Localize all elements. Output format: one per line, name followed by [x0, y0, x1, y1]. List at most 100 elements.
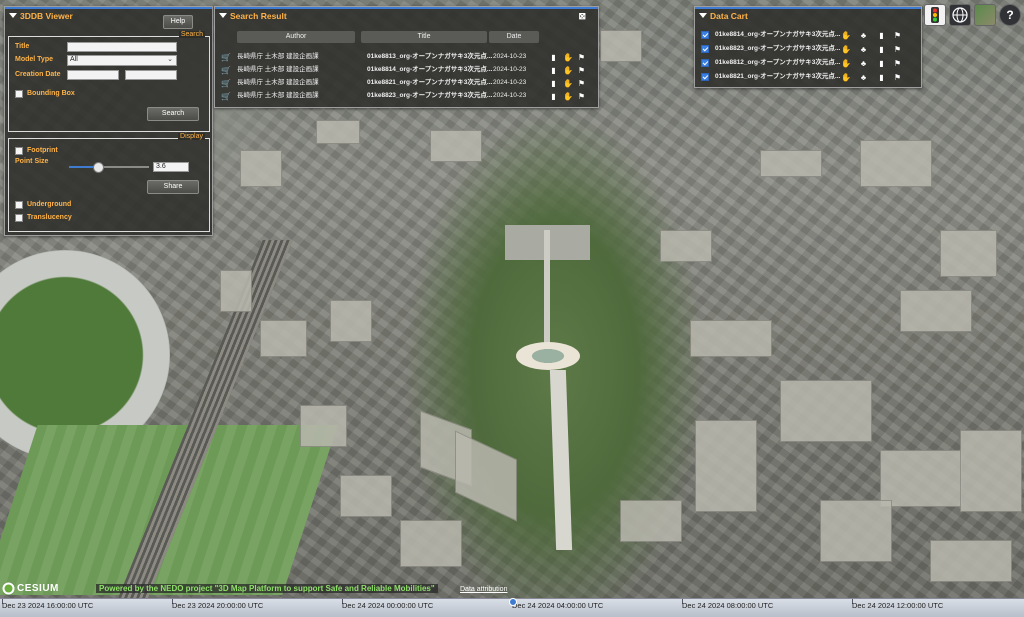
hand-icon[interactable]: ✋	[841, 59, 851, 68]
globe-icon	[952, 7, 968, 23]
chart-icon[interactable]: ▮	[549, 66, 558, 75]
cart-item-label: 01ke8812_org-オープンナガサキ3次元点...	[715, 59, 841, 66]
column-header-date[interactable]: Date	[489, 31, 539, 43]
timeline-label: Dec 23 2024 20:00:00 UTC	[172, 601, 264, 610]
model-type-select[interactable]: All ⌄	[67, 55, 177, 66]
data-cart-header[interactable]: Data Cart	[695, 7, 921, 23]
timeline-label: Dec 23 2024 16:00:00 UTC	[2, 601, 94, 610]
cesium-logo[interactable]: CESIUM	[2, 582, 59, 595]
chart-icon[interactable]: ▮	[877, 73, 886, 82]
fountain-model	[516, 342, 580, 370]
collapse-triangle-icon[interactable]	[699, 13, 707, 18]
hand-icon[interactable]: ✋	[563, 79, 573, 88]
cart-item-label: 01ke8823_org-オープンナガサキ3次元点...	[715, 45, 841, 52]
table-row[interactable]: 🛒 長崎県庁 土木部 建設企画課 01ke8814_org-オープンナガサキ3次元点…	[221, 64, 593, 76]
hand-icon[interactable]: ✋	[841, 73, 851, 82]
marker-icon[interactable]: ⚑	[577, 92, 586, 101]
marker-icon[interactable]: ⚑	[893, 59, 902, 68]
search-button[interactable]: Search	[147, 107, 199, 121]
nedo-credit: Powered by the NEDO project "3D Map Plat…	[96, 584, 438, 593]
tree-icon[interactable]: ♣	[859, 45, 868, 54]
table-row[interactable]: 🛒 長崎県庁 土木部 建設企画課 01ke8821_org-オープンナガサキ3次元点…	[221, 77, 593, 89]
building-model	[300, 405, 347, 447]
table-row[interactable]: 🛒 長崎県庁 土木部 建設企画課 01ke8813_org-オープンナガサキ3次元点…	[221, 51, 593, 63]
display-group: Display Footprint Point Size 3.6 Share U…	[8, 133, 210, 232]
collapse-triangle-icon[interactable]	[9, 13, 17, 18]
translucency-checkbox[interactable]	[15, 214, 23, 222]
help-navigation-button[interactable]: ?	[999, 4, 1021, 26]
cart-icon[interactable]: 🛒	[221, 66, 231, 75]
cart-item-checkbox[interactable]	[701, 73, 709, 81]
marker-icon[interactable]: ⚑	[577, 53, 586, 62]
building-model	[690, 320, 772, 357]
tree-icon[interactable]: ♣	[859, 73, 868, 82]
creation-date-from-input[interactable]	[67, 70, 119, 80]
hand-icon[interactable]: ✋	[563, 53, 573, 62]
building-model	[316, 120, 360, 144]
marker-icon[interactable]: ⚑	[893, 31, 902, 40]
chart-icon[interactable]: ▮	[549, 92, 558, 101]
point-size-slider[interactable]	[69, 162, 149, 173]
hand-icon[interactable]: ✋	[563, 66, 573, 75]
list-item[interactable]: 01ke8821_org-オープンナガサキ3次元点... ✋ ♣ ▮ ⚑	[699, 71, 917, 83]
cart-icon[interactable]: 🛒	[221, 79, 231, 88]
cart-item-checkbox[interactable]	[701, 45, 709, 53]
building-model	[330, 300, 372, 342]
chart-icon[interactable]: ▮	[549, 79, 558, 88]
column-header-title[interactable]: Title	[361, 31, 487, 43]
point-size-slider-handle[interactable]	[92, 162, 104, 173]
collapse-triangle-icon[interactable]	[219, 13, 227, 18]
globe-button[interactable]	[949, 4, 971, 26]
chart-icon[interactable]: ▮	[877, 59, 886, 68]
table-row[interactable]: 🛒 長崎県庁 土木部 建設企画課 01ke8823_org-オープンナガサキ3次元点…	[221, 90, 593, 102]
cart-item-checkbox[interactable]	[701, 59, 709, 67]
building-model	[660, 230, 712, 262]
marker-icon[interactable]: ⚑	[577, 66, 586, 75]
footprint-checkbox[interactable]	[15, 147, 23, 155]
base-layer-picker-button[interactable]	[974, 4, 996, 26]
title-input[interactable]	[67, 42, 177, 52]
tree-icon[interactable]: ♣	[859, 31, 868, 40]
row-title: 01ke8823_org-オープンナガサキ3次元点...	[367, 92, 493, 99]
close-icon[interactable]: ⊠	[578, 9, 586, 23]
cart-item-checkbox[interactable]	[701, 31, 709, 39]
chart-icon[interactable]: ▮	[877, 31, 886, 40]
column-header-author[interactable]: Author	[237, 31, 355, 43]
marker-icon[interactable]: ⚑	[893, 45, 902, 54]
underground-checkbox[interactable]	[15, 201, 23, 209]
building-model	[820, 500, 892, 562]
list-item[interactable]: 01ke8823_org-オープンナガサキ3次元点... ✋ ♣ ▮ ⚑	[699, 43, 917, 55]
cart-icon[interactable]: 🛒	[221, 53, 231, 62]
cart-icon[interactable]: 🛒	[221, 92, 231, 101]
share-button[interactable]: Share	[147, 180, 199, 194]
list-item[interactable]: 01ke8812_org-オープンナガサキ3次元点... ✋ ♣ ▮ ⚑	[699, 57, 917, 69]
timeline-needle[interactable]	[509, 598, 517, 606]
traffic-light-button[interactable]	[924, 4, 946, 26]
creation-date-to-input[interactable]	[125, 70, 177, 80]
marker-icon[interactable]: ⚑	[577, 79, 586, 88]
chart-icon[interactable]: ▮	[877, 45, 886, 54]
map-layer-icon	[975, 5, 995, 25]
point-size-label: Point Size	[15, 158, 49, 165]
row-author: 長崎県庁 土木部 建設企画課	[237, 53, 319, 60]
cesium-logo-icon	[2, 582, 15, 595]
row-author: 長崎県庁 土木部 建設企画課	[237, 92, 319, 99]
row-title: 01ke8813_org-オープンナガサキ3次元点...	[367, 53, 493, 60]
bounding-box-checkbox[interactable]	[15, 90, 23, 98]
chart-icon[interactable]: ▮	[549, 53, 558, 62]
hand-icon[interactable]: ✋	[841, 31, 851, 40]
timeline-label: Dec 24 2024 04:00:00 UTC	[512, 601, 604, 610]
data-attribution-link[interactable]: Data attribution	[460, 586, 507, 593]
search-result-header[interactable]: Search Result ⊠	[215, 7, 598, 23]
list-item[interactable]: 01ke8814_org-オープンナガサキ3次元点... ✋ ♣ ▮ ⚑	[699, 29, 917, 41]
hand-icon[interactable]: ✋	[563, 92, 573, 101]
building-model	[220, 270, 252, 312]
hand-icon[interactable]: ✋	[841, 45, 851, 54]
marker-icon[interactable]: ⚑	[893, 73, 902, 82]
park-path-model	[544, 230, 550, 350]
help-button[interactable]: Help	[163, 15, 193, 29]
point-size-input[interactable]: 3.6	[153, 162, 189, 172]
tree-icon[interactable]: ♣	[859, 59, 868, 68]
footprint-label: Footprint	[27, 147, 58, 154]
timeline[interactable]: Dec 23 2024 16:00:00 UTC Dec 23 2024 20:0…	[0, 598, 1024, 617]
